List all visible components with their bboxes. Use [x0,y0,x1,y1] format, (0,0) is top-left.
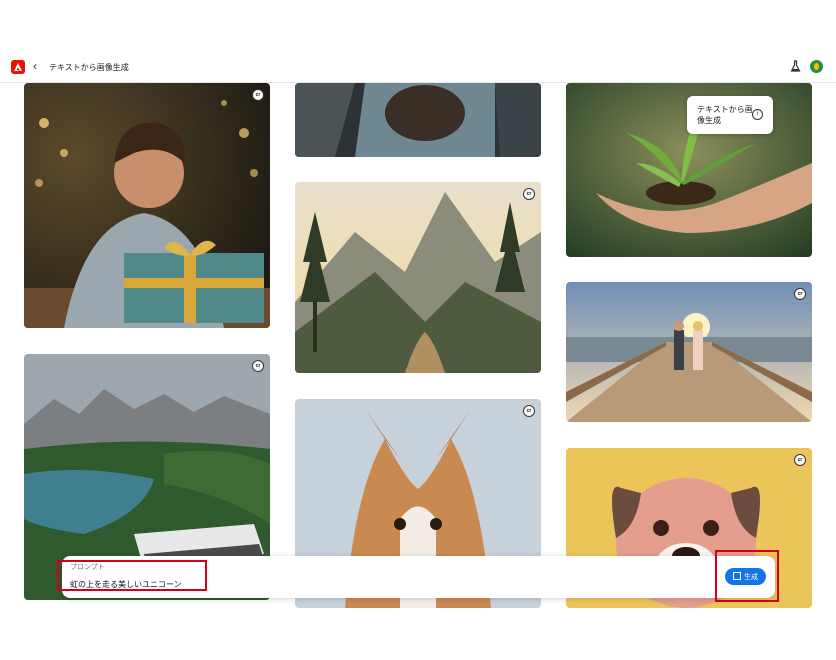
prompt-label: プロンプト [70,564,105,571]
generate-icon [733,571,741,580]
gallery-image-rain-reflection[interactable] [295,83,541,157]
adobe-logo-icon[interactable] [11,60,25,74]
content-credentials-icon: cr [794,288,806,300]
generate-button[interactable]: 生成 [725,568,766,585]
content-credentials-icon: cr [252,360,264,372]
prompt-input[interactable] [68,573,672,595]
tooltip-text: テキストから画像生成 [697,105,753,125]
flask-icon[interactable] [790,60,801,78]
image-gallery: cr cr cr cr cr cr [0,83,836,608]
info-icon[interactable]: i [752,109,763,120]
generate-label: 生成 [744,573,758,581]
tooltip-text-to-image: テキストから画像生成 i [687,96,773,134]
prompt-bar: プロンプト 生成 [62,556,775,598]
content-credentials-icon: cr [794,454,806,466]
gallery-image-misty-valley[interactable]: cr [295,182,541,373]
top-bar: ‹ テキストから画像生成 [0,54,836,83]
content-credentials-icon: cr [523,188,535,200]
gallery-image-boy-gift[interactable]: cr [24,83,270,328]
avatar[interactable] [810,60,823,73]
page-title: テキストから画像生成 [49,63,129,72]
content-credentials-icon: cr [252,89,264,101]
gallery-image-couple-bridge[interactable]: cr [566,282,812,422]
content-credentials-icon: cr [523,405,535,417]
chevron-left-icon[interactable]: ‹ [33,59,37,73]
